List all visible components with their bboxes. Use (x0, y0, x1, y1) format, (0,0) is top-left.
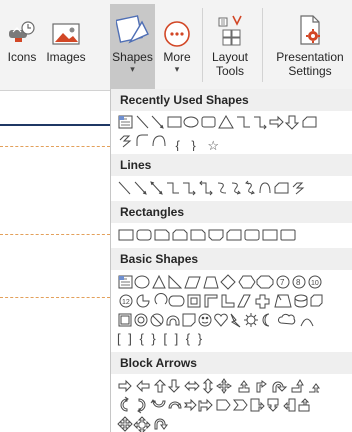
basic-shapes-icons-3[interactable] (117, 311, 352, 329)
chevron-down-icon: ▾ (174, 64, 180, 74)
section-header-recently-used: Recently Used Shapes (111, 89, 352, 111)
recent-shapes-icons[interactable] (117, 113, 352, 131)
shapes-button[interactable]: Shapes ▾ (110, 4, 155, 90)
layout-tools-label-line1: Layout (211, 50, 249, 64)
layout-tools-icon (218, 15, 242, 46)
section-header-basic-shapes: Basic Shapes (111, 248, 352, 270)
slide-guide-line (0, 297, 110, 298)
layout-tools-label-line2: Tools (215, 64, 244, 78)
images-button[interactable]: Images (44, 4, 88, 86)
block-arrows-row (111, 377, 352, 396)
block-arrows-icons-2[interactable] (117, 396, 352, 414)
chevron-down-icon: ▾ (130, 64, 135, 74)
recent-shapes-row: { } ☆ (111, 132, 352, 151)
more-icon (164, 21, 190, 47)
rectangle-shapes-icons[interactable] (117, 226, 352, 244)
images-label: Images (46, 50, 86, 64)
bracket-shapes-glyphs[interactable]: [ ] { } [ ] { } (117, 331, 204, 346)
shapes-icon (115, 15, 149, 44)
slide-title-bar (0, 124, 110, 126)
rectangles-row (111, 226, 352, 245)
shapes-label: Shapes (112, 50, 153, 64)
icons-label: Icons (7, 50, 37, 64)
svg-text:10: 10 (311, 280, 319, 287)
presentation-settings-label-line1: Presentation (276, 50, 344, 64)
section-header-lines: Lines (111, 154, 352, 176)
svg-text:8: 8 (296, 278, 301, 287)
basic-shapes-row: 7 8 10 (111, 273, 352, 292)
more-button[interactable]: More ▾ (155, 4, 199, 86)
slide-guide-line (0, 146, 110, 147)
shapes-gallery: Recently Used Shapes {} ☆ Lines Rectang… (110, 89, 352, 432)
layout-tools-button[interactable]: Layout Tools (204, 4, 256, 86)
block-arrows-row (111, 396, 352, 415)
svg-text:7: 7 (280, 278, 285, 287)
line-shapes-icons[interactable] (117, 179, 352, 197)
lines-row (111, 179, 352, 198)
basic-shapes-icons-2[interactable]: 12 (117, 292, 352, 310)
section-header-rectangles: Rectangles (111, 201, 352, 223)
block-arrows-icons-1[interactable] (117, 377, 352, 395)
slide-guide-line (0, 234, 110, 235)
ribbon-separator (262, 8, 263, 82)
icons-icon (9, 21, 35, 42)
basic-shapes-row: [ ] { } [ ] { } (111, 330, 352, 349)
images-icon (52, 23, 80, 45)
basic-shapes-icons-1[interactable]: 7 8 10 (117, 273, 352, 291)
icons-button[interactable]: Icons (0, 4, 44, 86)
more-label: More (163, 50, 191, 64)
recent-shapes-row (111, 113, 352, 132)
presentation-settings-label-line2: Settings (288, 64, 332, 78)
presentation-settings-icon (300, 15, 320, 45)
presentation-settings-button[interactable]: Presentation Settings (268, 4, 352, 86)
basic-shapes-row: 12 (111, 292, 352, 311)
section-header-block-arrows: Block Arrows (111, 352, 352, 374)
ribbon-separator (202, 8, 203, 82)
block-arrows-row (111, 415, 352, 432)
svg-text:12: 12 (122, 299, 130, 306)
basic-shapes-row (111, 311, 352, 330)
slide-canvas[interactable] (0, 91, 110, 432)
ribbon: Icons Images Shapes ▾ More ▾ Layout Tool… (0, 0, 352, 90)
recent-shapes-glyphs[interactable]: { } ☆ (175, 138, 223, 151)
block-arrows-icons-3[interactable] (117, 415, 237, 432)
